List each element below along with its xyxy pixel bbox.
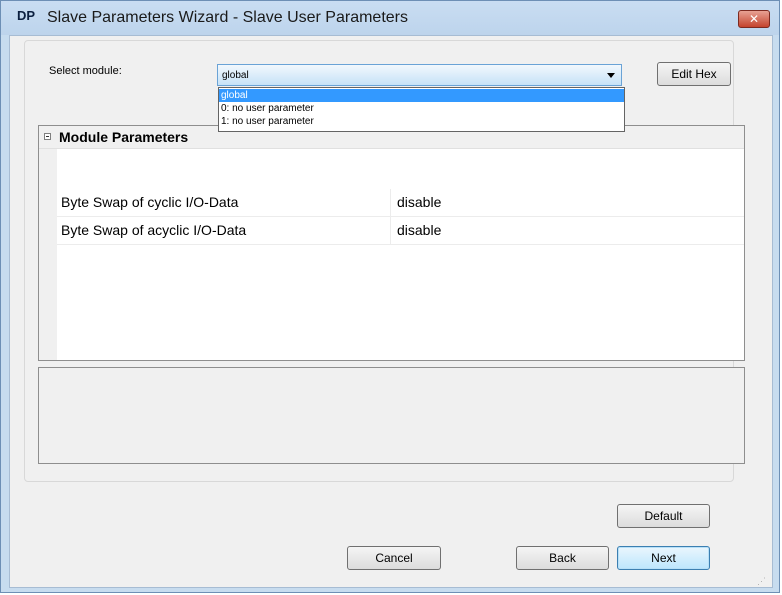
module-select[interactable]: global [217, 64, 622, 86]
title-bar[interactable]: DP Slave Parameters Wizard - Slave User … [1, 1, 779, 35]
chevron-down-icon[interactable] [607, 73, 615, 78]
resize-grip-icon[interactable]: ⋰ [757, 576, 766, 587]
column-divider [390, 217, 391, 244]
category-label: Module Parameters [59, 129, 189, 145]
dropdown-option-global[interactable]: global [219, 89, 624, 102]
default-button[interactable]: Default [617, 504, 710, 528]
close-icon: ✕ [748, 12, 760, 26]
property-row-cyclic[interactable]: Byte Swap of cyclic I/O-Data disable [57, 189, 744, 217]
property-grid[interactable]: Module Parameters Byte Swap of cyclic I/… [38, 125, 745, 361]
property-name: Byte Swap of cyclic I/O-Data [61, 194, 239, 210]
edit-hex-button[interactable]: Edit Hex [657, 62, 731, 86]
property-value[interactable]: disable [397, 194, 441, 210]
property-row-acyclic[interactable]: Byte Swap of acyclic I/O-Data disable [57, 217, 744, 245]
module-select-value: global [222, 70, 249, 81]
property-value[interactable]: disable [397, 222, 441, 238]
description-panel [38, 367, 745, 464]
dropdown-option-0[interactable]: 0: no user parameter [219, 102, 624, 115]
cancel-button[interactable]: Cancel [347, 546, 441, 570]
module-dropdown-list[interactable]: global 0: no user parameter 1: no user p… [218, 87, 625, 132]
select-module-label: Select module: [49, 65, 122, 77]
collapse-icon[interactable] [44, 133, 51, 140]
next-button[interactable]: Next [617, 546, 710, 570]
back-button[interactable]: Back [516, 546, 609, 570]
column-divider [390, 189, 391, 216]
dropdown-option-1[interactable]: 1: no user parameter [219, 115, 624, 128]
app-icon: DP [17, 8, 36, 23]
property-name: Byte Swap of acyclic I/O-Data [61, 222, 247, 238]
window-title: Slave Parameters Wizard - Slave User Par… [47, 9, 408, 26]
grid-margin [39, 126, 57, 360]
close-button[interactable]: ✕ [738, 10, 770, 28]
